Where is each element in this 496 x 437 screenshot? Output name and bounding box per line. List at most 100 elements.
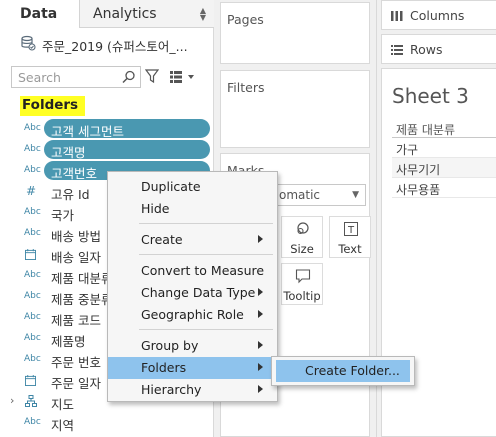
tooltip-button[interactable]: Tooltip: [281, 263, 323, 305]
tooltip-icon: [295, 269, 311, 284]
menu-item-change-data-type[interactable]: Change Data Type: [108, 282, 277, 304]
rows-shelf[interactable]: Rows: [381, 34, 496, 64]
table-row[interactable]: 사무기기: [392, 158, 496, 178]
string-type-icon: Abc: [24, 333, 41, 343]
submenu-arrow-icon: [258, 288, 263, 296]
datasource-item[interactable]: 주문_2019 (슈퍼스토어_...: [0, 30, 214, 56]
size-label: Size: [290, 242, 314, 256]
menu-item-group-by[interactable]: Group by: [108, 335, 277, 357]
expand-chevron-icon[interactable]: ›: [10, 394, 14, 407]
field-item[interactable]: Abc 지역: [0, 412, 214, 433]
field-name: 고유 Id: [51, 187, 90, 202]
expand-collapse-icon[interactable]: ▲ ▼: [200, 7, 206, 22]
string-type-icon: Abc: [24, 228, 41, 238]
sheet-title[interactable]: Sheet 3: [392, 84, 469, 108]
calendar-icon: [25, 249, 36, 260]
submenu-arrow-icon: [258, 235, 263, 243]
size-button[interactable]: Size: [281, 216, 323, 258]
field-name: 고객번호: [51, 166, 98, 181]
view-options-icon[interactable]: [169, 70, 197, 84]
text-icon: T: [344, 222, 358, 236]
table-cell: 사무기기: [396, 163, 441, 177]
filter-icon[interactable]: [145, 69, 159, 84]
menu-item-hierarchy[interactable]: Hierarchy: [108, 379, 277, 401]
menu-separator: [139, 254, 273, 255]
text-table: 제품 대분류 가구 사무기기 사무용품: [392, 119, 496, 198]
pages-card[interactable]: Pages: [220, 2, 370, 64]
tab-data[interactable]: Data: [0, 0, 80, 28]
table-cell: 가구: [396, 143, 419, 157]
text-button[interactable]: T Text: [329, 216, 371, 258]
table-header-label: 제품 대분류: [396, 123, 456, 137]
datasource-icon: [21, 35, 36, 51]
string-type-icon: Abc: [24, 207, 41, 217]
field-name: 고객명: [51, 145, 86, 160]
submenu-arrow-icon: [258, 385, 263, 393]
field-name: 제품 중분류: [51, 292, 113, 307]
field-name: 국가: [51, 208, 75, 223]
tab-analytics-label: Analytics: [93, 6, 157, 22]
field-name: 제품 코드: [51, 313, 101, 328]
text-label: Text: [338, 242, 362, 256]
field-name: 지역: [51, 418, 75, 433]
folders-submenu: Create Folder...: [271, 356, 415, 386]
field-name: 배송 일자: [51, 250, 101, 265]
rows-icon: [391, 45, 403, 55]
string-type-icon: Abc: [24, 291, 41, 301]
mark-type-dropdown[interactable]: omatic ▼: [273, 184, 366, 206]
menu-item-label: Duplicate: [141, 179, 201, 194]
menu-item-label: Folders: [141, 360, 187, 375]
hierarchy-icon: [25, 395, 37, 407]
submenu-arrow-icon: [258, 310, 263, 318]
search-input[interactable]: Search: [11, 66, 141, 88]
string-type-icon: Abc: [24, 144, 41, 154]
menu-item-label: Create: [141, 232, 183, 247]
menu-item-create-folder[interactable]: Create Folder...: [276, 360, 410, 382]
menu-item-hide[interactable]: Hide: [108, 198, 277, 220]
field-name: 주문 번호: [51, 355, 101, 370]
menu-item-convert-to-measure[interactable]: Convert to Measure: [108, 260, 277, 282]
table-header[interactable]: 제품 대분류: [392, 119, 496, 138]
folders-header-label: Folders: [22, 97, 79, 113]
menu-item-geographic-role[interactable]: Geographic Role: [108, 304, 277, 326]
field-item[interactable]: Abc 고객명: [0, 139, 214, 160]
number-type-icon: #: [26, 184, 37, 198]
string-type-icon: Abc: [24, 270, 41, 280]
mark-type-value: omatic: [279, 188, 321, 202]
calendar-icon: [25, 375, 36, 386]
string-type-icon: Abc: [24, 123, 41, 133]
menu-item-label: Convert to Measure: [141, 263, 265, 278]
field-name: 지도: [51, 397, 75, 412]
menu-item-label: Geographic Role: [141, 307, 244, 322]
string-type-icon: Abc: [24, 165, 41, 175]
search-icon[interactable]: [122, 70, 136, 84]
table-cell: 사무용품: [396, 183, 441, 197]
menu-item-create[interactable]: Create: [108, 229, 277, 251]
tab-analytics[interactable]: Analytics ▲ ▼: [80, 0, 214, 28]
filters-card[interactable]: Filters: [220, 70, 370, 148]
data-pane-tabbar: Data Analytics ▲ ▼: [0, 0, 214, 28]
string-type-icon: Abc: [24, 354, 41, 364]
menu-item-label: Change Data Type: [141, 285, 256, 300]
menu-separator: [139, 329, 273, 330]
field-name: 배송 방법: [51, 229, 101, 244]
tab-data-label: Data: [20, 6, 58, 22]
size-icon: [297, 222, 309, 235]
field-name: 제품명: [51, 334, 86, 349]
submenu-arrow-icon: [258, 363, 263, 371]
menu-item-label: Create Folder...: [305, 363, 400, 378]
columns-label: Columns: [410, 8, 465, 23]
columns-icon: [391, 11, 403, 21]
menu-item-duplicate[interactable]: Duplicate: [108, 176, 277, 198]
table-row[interactable]: 가구: [392, 138, 496, 158]
field-name: 고객 세그먼트: [51, 124, 124, 139]
folders-header[interactable]: Folders: [20, 96, 85, 116]
columns-shelf[interactable]: Columns: [381, 0, 496, 30]
search-row: Search: [11, 66, 207, 88]
menu-item-label: Group by: [141, 338, 199, 353]
table-row[interactable]: 사무용품: [392, 178, 496, 198]
field-item[interactable]: Abc 고객 세그먼트: [0, 118, 214, 139]
field-name: 제품 대분류: [51, 271, 113, 286]
menu-item-folders[interactable]: Folders: [108, 357, 277, 379]
string-type-icon: Abc: [24, 312, 41, 322]
